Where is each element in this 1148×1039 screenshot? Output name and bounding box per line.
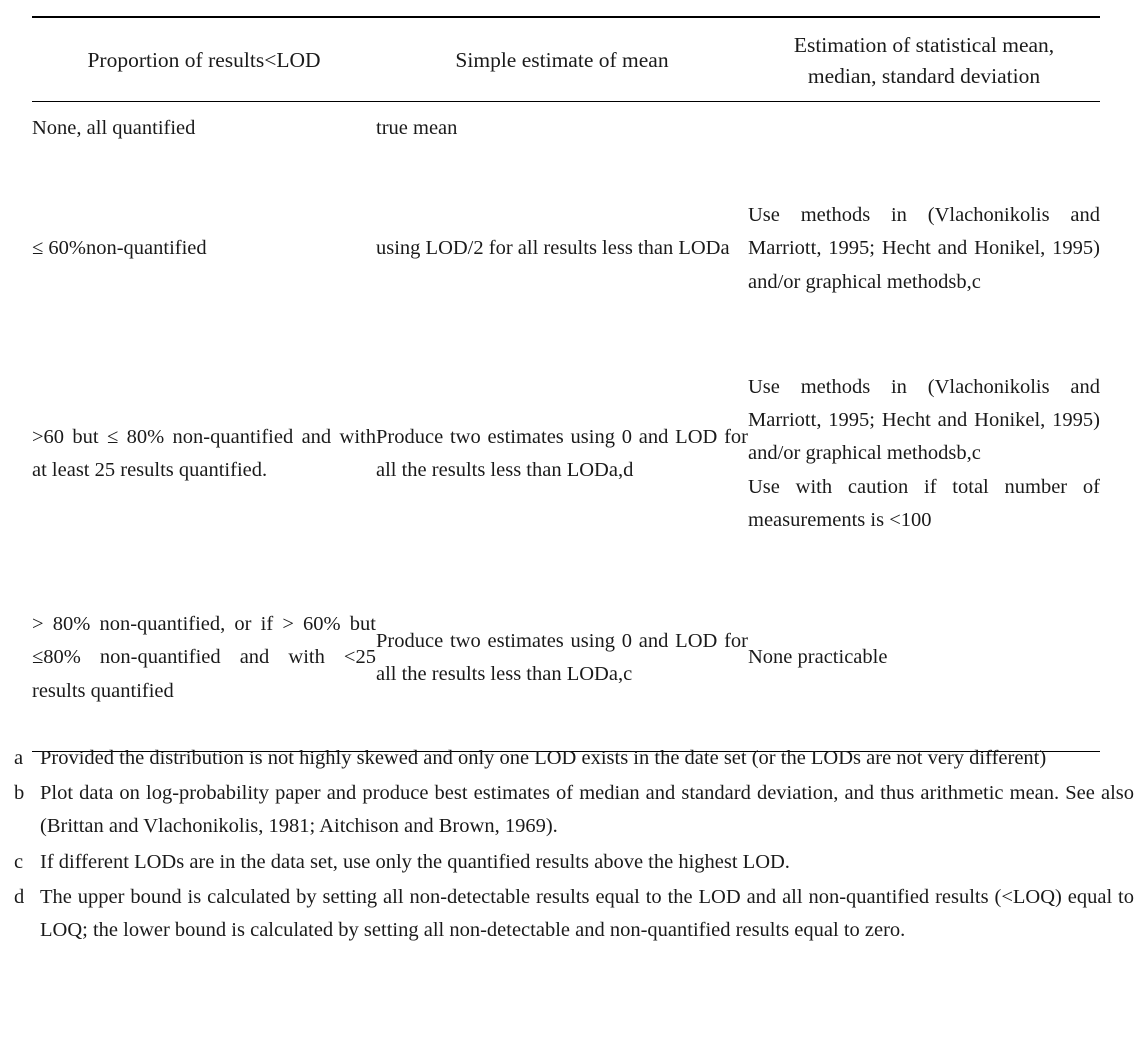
table-row: > 80% non-quantified, or if > 60% but ≤8… bbox=[32, 565, 1100, 753]
cell-proportion-text: >60 but ≤ 80% non-quantified and with at… bbox=[32, 425, 376, 482]
column-header-proportion-text: Proportion of results<LOD bbox=[87, 48, 321, 73]
cell-proportion: ≤ 60%non-quantified bbox=[32, 155, 376, 343]
cell-statistical-estimation: Use methods in (Vlachonikolis and Marrio… bbox=[748, 155, 1100, 343]
cell-simple-estimate-text: true mean bbox=[376, 116, 458, 139]
cell-simple-estimate: Produce two estimates using 0 and LOD fo… bbox=[376, 565, 748, 753]
footnote-c-text: If different LODs are in the data set, u… bbox=[40, 850, 790, 873]
table-row: >60 but ≤ 80% non-quantified and with at… bbox=[32, 343, 1100, 565]
cell-simple-estimate: using LOD/2 for all results less than LO… bbox=[376, 155, 748, 343]
footnote-a: a Provided the distribution is not highl… bbox=[14, 742, 1134, 775]
cell-simple-estimate: true mean bbox=[376, 102, 748, 156]
cell-proportion-text: > 80% non-quantified, or if > 60% but ≤8… bbox=[32, 613, 376, 702]
lod-methods-table-container: Proportion of results<LOD Simple estimat… bbox=[32, 16, 1100, 753]
cell-statistical-estimation: None practicable bbox=[748, 565, 1100, 753]
lod-methods-table: Proportion of results<LOD Simple estimat… bbox=[32, 16, 1100, 753]
cell-statistical-estimation: Use methods in (Vlachonikolis and Marrio… bbox=[748, 343, 1100, 565]
table-header: Proportion of results<LOD Simple estimat… bbox=[32, 16, 1100, 103]
footnote-b-marker: b bbox=[14, 782, 25, 805]
footnote-c-marker: c bbox=[14, 850, 24, 873]
footnote-d-marker: d bbox=[14, 885, 25, 908]
footnote-a-marker: a bbox=[14, 747, 24, 769]
cell-simple-estimate-text: Produce two estimates using 0 and LOD fo… bbox=[376, 629, 748, 686]
cell-proportion-text: None, all quantified bbox=[32, 116, 196, 139]
footnote-d: d The upper bound is calculated by setti… bbox=[14, 881, 1134, 947]
footnote-d-text: The upper bound is calculated by setting… bbox=[40, 885, 1134, 942]
cell-statistical-estimation bbox=[748, 102, 1100, 156]
cell-simple-estimate: Produce two estimates using 0 and LOD fo… bbox=[376, 343, 748, 565]
cell-proportion-text: ≤ 60%non-quantified bbox=[32, 237, 207, 260]
footnote-c: c If different LODs are in the data set,… bbox=[14, 846, 1134, 879]
column-header-statistical-estimation-line1: Estimation of statistical mean, bbox=[793, 33, 1055, 57]
column-header-statistical-estimation: Estimation of statistical mean, median, … bbox=[748, 16, 1100, 103]
cell-proportion: >60 but ≤ 80% non-quantified and with at… bbox=[32, 343, 376, 565]
document-page: Proportion of results<LOD Simple estimat… bbox=[0, 0, 1148, 1039]
footnote-a-text: Provided the distribution is not highly … bbox=[40, 747, 1047, 769]
cell-statistical-estimation-text: Use methods in (Vlachonikolis and Marrio… bbox=[748, 204, 1100, 293]
column-header-simple-estimate: Simple estimate of mean bbox=[376, 16, 748, 103]
cell-simple-estimate-text: using LOD/2 for all results less than LO… bbox=[376, 237, 730, 260]
cell-statistical-estimation-note: Use with caution if total number of meas… bbox=[748, 475, 1100, 531]
table-row: ≤ 60%non-quantified using LOD/2 for all … bbox=[32, 155, 1100, 343]
table-header-row: Proportion of results<LOD Simple estimat… bbox=[32, 16, 1100, 103]
footnote-b-text: Plot data on log-probability paper and p… bbox=[40, 782, 1134, 838]
table-row: None, all quantified true mean bbox=[32, 102, 1100, 156]
table-body: None, all quantified true mean ≤ 60%non-… bbox=[32, 102, 1100, 753]
column-header-proportion: Proportion of results<LOD bbox=[32, 16, 376, 103]
cell-proportion: > 80% non-quantified, or if > 60% but ≤8… bbox=[32, 565, 376, 753]
column-header-statistical-estimation-line2: median, standard deviation bbox=[807, 63, 1041, 88]
cell-statistical-estimation-text: None practicable bbox=[748, 646, 888, 669]
cell-simple-estimate-text: Produce two estimates using 0 and LOD fo… bbox=[376, 425, 748, 482]
footnotes-list: a Provided the distribution is not highl… bbox=[14, 742, 1134, 949]
cell-proportion: None, all quantified bbox=[32, 102, 376, 156]
cell-statistical-estimation-text: Use methods in (Vlachonikolis and Marrio… bbox=[748, 376, 1100, 465]
column-header-simple-estimate-text: Simple estimate of mean bbox=[455, 48, 669, 73]
footnote-b: b Plot data on log-probability paper and… bbox=[14, 777, 1134, 843]
